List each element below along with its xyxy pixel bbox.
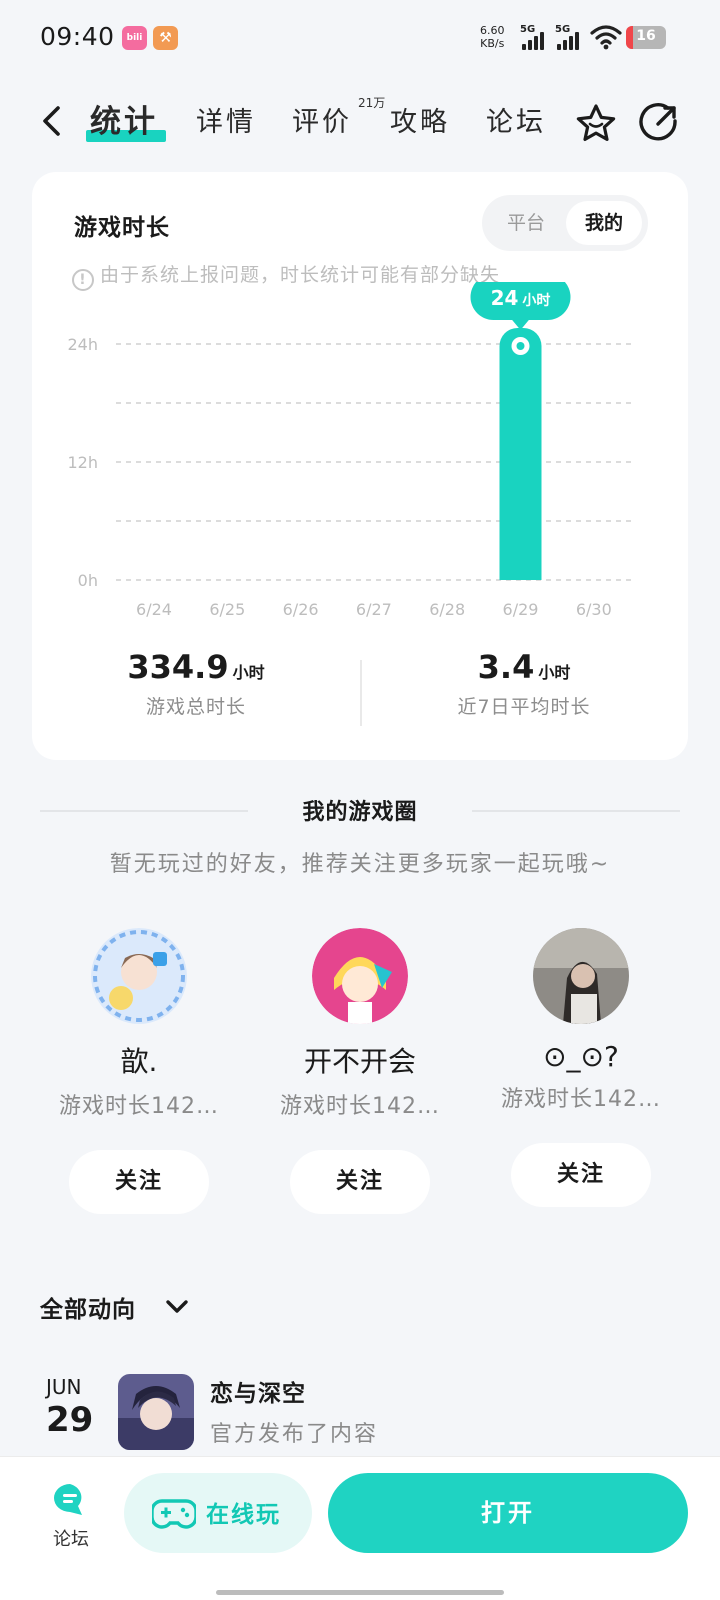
home-indicator[interactable]: [216, 1590, 504, 1595]
battery-icon: 16: [626, 26, 666, 49]
avatar[interactable]: [312, 928, 408, 1024]
friend-card: 开不开会 游戏时长142… 关注: [249, 928, 471, 1214]
average-value: 3.4: [477, 648, 535, 686]
y-tick-label: 24h: [68, 335, 99, 354]
x-tick-label: 6/29: [503, 600, 539, 619]
post-month: JUN: [46, 1375, 82, 1399]
play-time-chart: 0h 12h 24h 6/24 6/25 6/26 6/27 6/28 6/29 24 小时 6/30: [68, 282, 634, 619]
x-tick-label: 6/25: [209, 600, 245, 619]
average-label: 近7日平均时长: [457, 696, 591, 718]
top-nav: 统计 详情 评价 21万 攻略 论坛: [0, 90, 720, 156]
bottom-action-bar: 论坛 在线玩 打开: [0, 1456, 720, 1600]
wifi-icon: [590, 25, 622, 50]
x-tick-label: 6/26: [283, 600, 319, 619]
network-speed-value: 6.60: [480, 24, 505, 37]
post-title[interactable]: 恋与深空: [210, 1374, 306, 1408]
bar: [499, 328, 542, 580]
notification-app-icon: ⚒: [153, 26, 178, 50]
follow-button[interactable]: 关注: [69, 1150, 209, 1214]
toggle-mine[interactable]: 我的: [566, 201, 642, 245]
tab-statistics[interactable]: 统计: [90, 96, 158, 141]
friend-play-time: 游戏时长142…: [280, 1094, 440, 1119]
signal-type-label: 5G: [520, 24, 536, 35]
gamepad-icon: [152, 1499, 196, 1529]
battery-level: 16: [636, 28, 656, 44]
total-unit: 小时: [232, 663, 265, 682]
bilibili-app-icon: bili: [122, 26, 147, 50]
friend-name: 歆.: [120, 1045, 158, 1078]
x-tick-label: 6/27: [356, 600, 392, 619]
bar-marker-center: [516, 342, 525, 350]
friend-name: 开不开会: [303, 1045, 416, 1078]
x-tick-label: 6/28: [429, 600, 465, 619]
status-bar: 09:40 bili ⚒ 6.60 KB/s 5G 5G 16: [0, 0, 720, 76]
value-tooltip: [470, 282, 571, 320]
bar-base: [499, 560, 542, 580]
tab-guides[interactable]: 攻略: [390, 100, 450, 139]
friend-card: 歆. 游戏时长142… 关注: [28, 928, 250, 1214]
follow-button[interactable]: 关注: [511, 1143, 651, 1207]
forum-label[interactable]: 论坛: [50, 1525, 92, 1551]
cellular-signal-icon: 5G: [555, 24, 583, 50]
signal-type-label: 5G: [555, 24, 571, 35]
friend-card: ⊙_⊙? 游戏时长142… 关注: [470, 928, 692, 1207]
y-tick-label: 12h: [68, 453, 99, 472]
post-day: 29: [46, 1400, 94, 1440]
game-circle-subtitle: 暂无玩过的好友，推荐关注更多玩家一起玩哦~: [109, 852, 611, 877]
friend-play-time: 游戏时长142…: [59, 1094, 219, 1119]
dynamics-filter[interactable]: 全部动向: [40, 1290, 136, 1324]
game-circle-title: 我的游戏圈: [302, 800, 418, 825]
tab-details[interactable]: 详情: [196, 100, 256, 139]
tab-forum[interactable]: 论坛: [486, 100, 546, 139]
friend-name: ⊙_⊙?: [543, 1040, 619, 1073]
post-thumbnail[interactable]: [118, 1374, 194, 1450]
average-play-time: 3.4 小时 近7日平均时长: [360, 648, 688, 719]
play-online-button[interactable]: 在线玩: [124, 1473, 312, 1553]
network-speed-unit: KB/s: [480, 37, 505, 50]
average-unit: 小时: [538, 663, 571, 682]
x-tick-label: 6/30: [576, 600, 612, 619]
cellular-signal-icon: 5G: [520, 24, 548, 50]
x-tick-label: 6/24: [136, 600, 172, 619]
tab-reviews[interactable]: 评价: [292, 100, 352, 139]
follow-button[interactable]: 关注: [290, 1150, 430, 1214]
game-circle-header: 我的游戏圈: [40, 790, 680, 830]
post-description: 官方发布了内容: [210, 1422, 379, 1447]
avatar[interactable]: [533, 928, 629, 1024]
play-time-card: 游戏时长 平台 我的 ! 由于系统上报问题，时长统计可能有部分缺失 0h 12h 24…: [32, 172, 688, 760]
total-value: 334.9: [127, 648, 229, 686]
total-play-time: 334.9 小时 游戏总时长: [32, 648, 360, 719]
play-online-label: 在线玩: [206, 1502, 281, 1528]
network-speed: 6.60 KB/s: [480, 24, 505, 50]
friend-play-time: 游戏时长142…: [501, 1087, 661, 1112]
reviews-count-badge: 21万: [358, 96, 386, 110]
tooltip-unit: 小时: [522, 292, 550, 309]
back-icon[interactable]: [36, 104, 70, 138]
forum-icon[interactable]: [50, 1481, 92, 1519]
open-button[interactable]: 打开: [328, 1473, 688, 1553]
tooltip-value: 24: [491, 286, 519, 310]
total-label: 游戏总时长: [145, 696, 246, 718]
card-title: 游戏时长: [74, 215, 170, 241]
value-tooltip-pointer: [510, 318, 531, 330]
toggle-platform[interactable]: 平台: [488, 201, 564, 245]
share-icon[interactable]: [638, 102, 680, 144]
avatar[interactable]: [91, 928, 187, 1024]
star-icon[interactable]: [574, 102, 618, 146]
chevron-down-icon[interactable]: [164, 1294, 190, 1320]
status-time: 09:40: [40, 22, 115, 51]
source-toggle: 平台 我的: [482, 195, 648, 251]
y-tick-label: 0h: [78, 571, 98, 590]
